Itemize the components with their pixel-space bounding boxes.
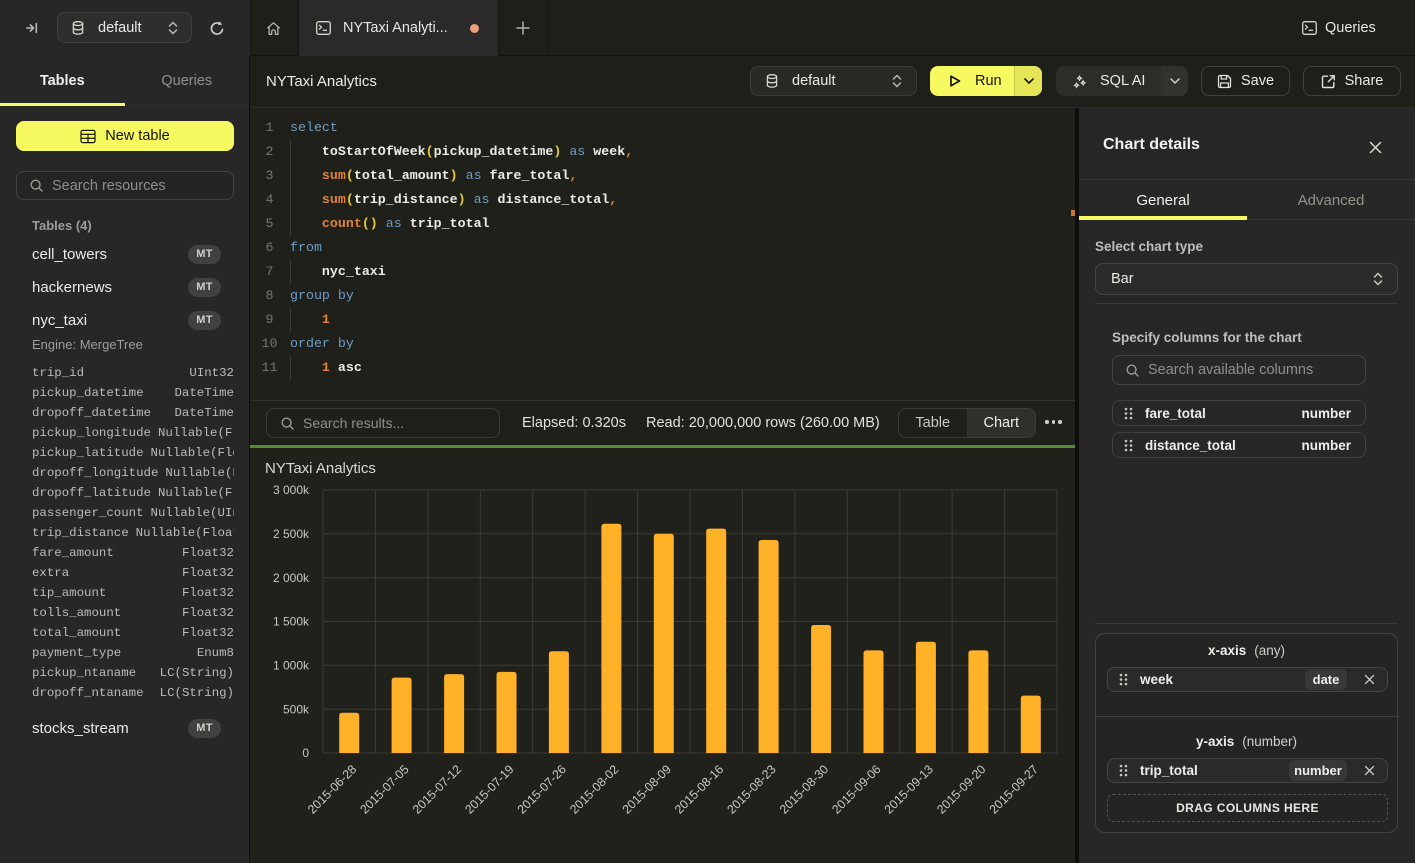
svg-text:1 000k: 1 000k [273,659,310,673]
svg-text:2015-07-05: 2015-07-05 [357,762,411,816]
svg-text:2015-07-12: 2015-07-12 [410,762,464,816]
svg-text:3 000k: 3 000k [273,483,310,497]
svg-text:2015-07-26: 2015-07-26 [515,762,569,816]
svg-text:2015-07-19: 2015-07-19 [462,762,516,816]
svg-text:2015-08-23: 2015-08-23 [724,762,778,816]
svg-text:1 500k: 1 500k [273,615,310,629]
svg-text:2015-06-28: 2015-06-28 [305,762,359,816]
svg-text:2 000k: 2 000k [273,571,310,585]
svg-text:2015-08-09: 2015-08-09 [620,762,674,816]
svg-text:2015-08-02: 2015-08-02 [567,762,621,816]
svg-text:2015-08-16: 2015-08-16 [672,762,726,816]
svg-text:2015-09-13: 2015-09-13 [882,762,936,816]
svg-text:2015-09-20: 2015-09-20 [934,762,988,816]
svg-text:500k: 500k [283,702,310,716]
svg-text:2015-09-27: 2015-09-27 [987,762,1041,816]
svg-text:2015-09-06: 2015-09-06 [829,762,883,816]
svg-text:2015-08-30: 2015-08-30 [777,762,831,816]
svg-text:2 500k: 2 500k [273,527,310,541]
svg-text:0: 0 [302,746,309,760]
